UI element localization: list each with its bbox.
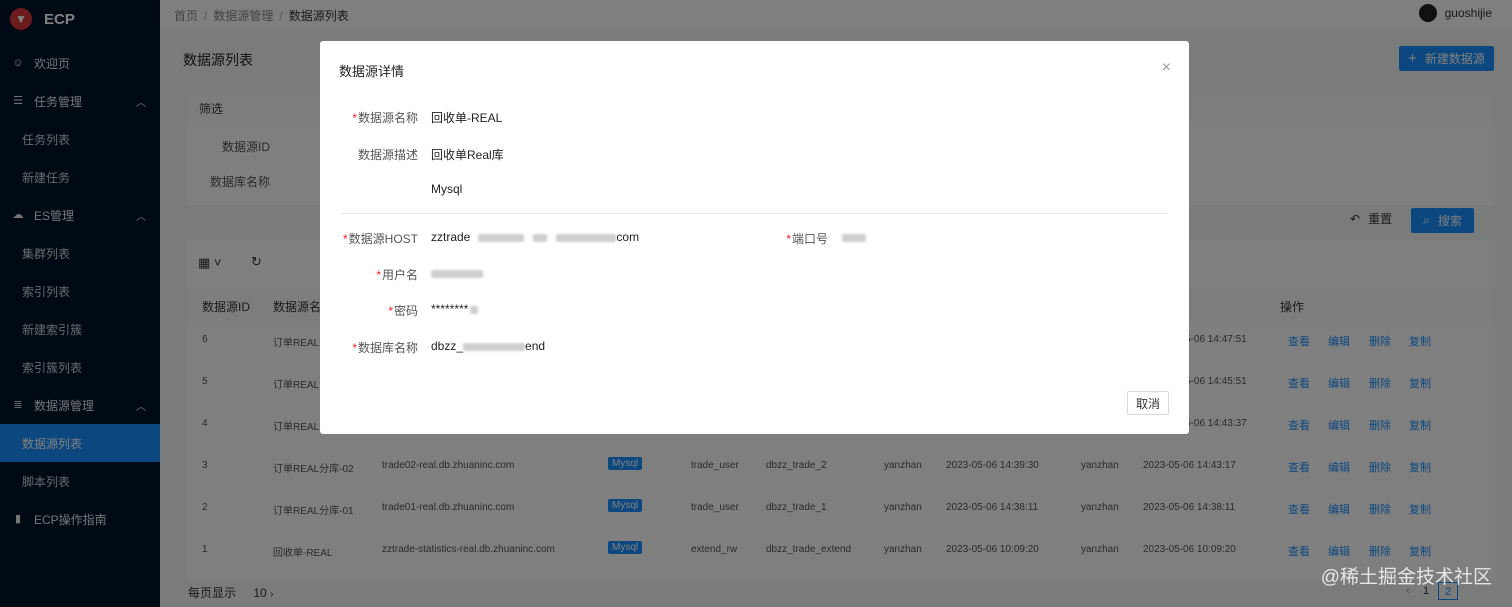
cancel-button[interactable]: 取消 [1127,391,1169,415]
field-value-password: ******** [431,302,479,316]
divider [341,213,1168,214]
field-value-name: 回收单-REAL [431,111,503,125]
field-label-port: *端口号 [786,230,828,247]
field-label-text: 数据源名称 [357,111,418,125]
required-mark: * [376,268,381,282]
redacted-text [477,233,524,242]
field-value-username [431,266,483,280]
field-label-text: 数据源HOST [348,232,418,246]
redacted-text [533,233,548,242]
field-value-host: zztrade com [431,230,639,244]
watermark: @稀土掘金技术社区 [1320,567,1492,588]
redacted-text [842,233,866,242]
field-label-text: 用户名 [381,268,418,282]
field-value-type: Mysql [431,182,463,196]
required-mark: * [388,304,393,318]
db-suffix: end [525,339,546,353]
field-label-database: *数据库名称 [352,339,418,356]
redacted-text [556,233,617,242]
field-value-database: dbzz_ end [431,339,545,353]
field-value-port [842,230,866,244]
required-mark: * [352,341,357,355]
field-label-text: 密码 [393,304,418,318]
host-suffix: com [616,230,640,244]
host-prefix: zztrade [431,230,471,244]
datasource-detail-modal: 数据源详情 × *数据源名称 回收单-REAL 数据源描述 回收单Real库 M… [320,41,1189,434]
required-mark: * [352,111,357,125]
field-value-description: 回收单Real库 [431,148,504,162]
required-mark: * [342,232,348,246]
field-label-description: 数据源描述 [357,148,418,162]
redacted-text [470,305,479,314]
required-mark: * [786,232,791,246]
redacted-text [463,342,526,351]
close-icon[interactable]: × [1162,59,1171,77]
db-prefix: dbzz_ [431,339,464,353]
field-label-text: 端口号 [791,232,828,246]
field-label-password: *密码 [388,302,418,319]
field-label-host: *数据源HOST [343,230,418,247]
field-label-text: 数据库名称 [357,341,418,355]
field-label-name: *数据源名称 [352,109,418,126]
modal-title: 数据源详情 [339,64,405,79]
redacted-text [431,269,483,278]
field-label-username: *用户名 [376,266,418,283]
password-mask: ******** [431,302,469,316]
